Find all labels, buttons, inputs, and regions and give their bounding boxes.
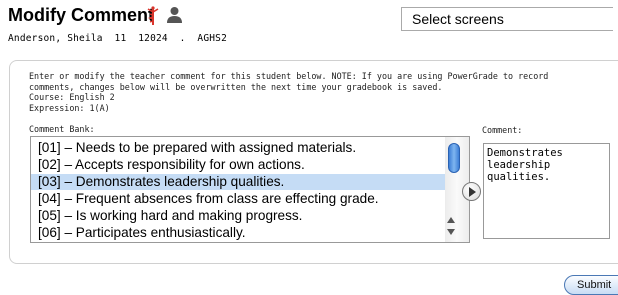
instructions-line-1: Enter or modify the teacher comment for … bbox=[29, 71, 549, 81]
comment-bank-item-01[interactable]: [01] – Needs to be prepared with assigne… bbox=[31, 140, 445, 156]
comment-textarea[interactable]: Demonstrates leadership qualities. bbox=[483, 143, 610, 239]
select-screens-dropdown[interactable]: Select screens bbox=[401, 7, 613, 31]
scroll-down-arrow-icon[interactable] bbox=[447, 229, 455, 235]
comment-bank-item-03[interactable]: [03] – Demonstrates leadership qualities… bbox=[31, 174, 445, 190]
caduceus-icon[interactable] bbox=[147, 6, 159, 26]
add-comment-arrow-button[interactable] bbox=[462, 182, 481, 201]
comment-bank-item-04[interactable]: [04] – Frequent absences from class are … bbox=[31, 191, 445, 207]
submit-button[interactable]: Submit bbox=[564, 275, 618, 295]
instructions-line-2: comments, changes below will be overwrit… bbox=[29, 81, 443, 92]
student-info: Anderson, Sheila 11 12024 . AGHS2 bbox=[8, 33, 228, 44]
scroll-up-arrow-icon[interactable] bbox=[447, 217, 455, 223]
instructions: Enter or modify the teacher comment for … bbox=[29, 71, 599, 113]
comment-bank-list[interactable]: [01] – Needs to be prepared with assigne… bbox=[30, 136, 470, 243]
comment-label: Comment: bbox=[482, 125, 523, 135]
comment-bank-item-05[interactable]: [05] – Is working hard and making progre… bbox=[31, 208, 445, 224]
course-label: Course: English 2 bbox=[29, 92, 115, 102]
comment-bank-item-02[interactable]: [02] – Accepts responsibility for own ac… bbox=[31, 157, 445, 173]
comment-bank-label: Comment Bank: bbox=[29, 124, 95, 134]
page-title: Modify Comment bbox=[8, 5, 154, 25]
expression-label: Expression: 1(A) bbox=[29, 102, 110, 113]
user-icon[interactable] bbox=[166, 6, 183, 24]
scrollbar-thumb[interactable] bbox=[448, 143, 460, 173]
comment-bank-item-06[interactable]: [06] – Participates enthusiastically. bbox=[31, 225, 445, 241]
